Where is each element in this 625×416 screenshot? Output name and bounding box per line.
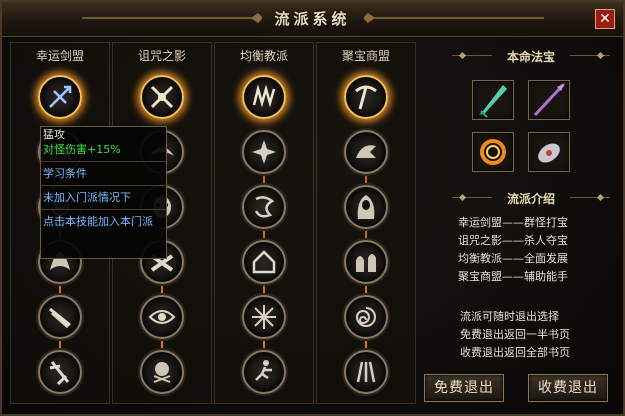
skill-node[interactable] bbox=[38, 75, 82, 119]
skill-node[interactable] bbox=[140, 350, 184, 394]
skill-node[interactable] bbox=[242, 240, 286, 284]
tooltip-join-status: 未加入门派情况下 bbox=[43, 191, 131, 204]
running-figure-icon bbox=[255, 360, 272, 381]
tooltip-divider bbox=[41, 161, 166, 162]
treasure-slot[interactable] bbox=[528, 132, 570, 172]
treasure-slot[interactable] bbox=[472, 132, 514, 172]
ghost-pair-icon bbox=[356, 254, 376, 272]
treasure-header: 本命法宝 bbox=[506, 50, 555, 64]
intro-header: 流派介绍 bbox=[506, 192, 555, 206]
silver-gauntlet-icon bbox=[538, 143, 560, 163]
intro-line: 均衡教派——全面发展 bbox=[458, 252, 568, 265]
intro-line: 诅咒之影——杀人夺宝 bbox=[458, 234, 568, 247]
skill-node[interactable] bbox=[242, 130, 286, 174]
skill-node[interactable] bbox=[344, 350, 388, 394]
title-bar[interactable]: 流派系统 ✕ bbox=[2, 2, 623, 37]
paid-exit-button[interactable]: 收费退出 bbox=[528, 374, 608, 402]
evil-eye-icon bbox=[148, 310, 176, 324]
skill-node[interactable] bbox=[242, 350, 286, 394]
skill-node[interactable] bbox=[140, 295, 184, 339]
skill-node[interactable] bbox=[38, 295, 82, 339]
swirl-vortex-icon bbox=[355, 307, 376, 327]
title-ornament-right bbox=[364, 13, 544, 23]
tooltip-skill-name: 猛攻 bbox=[43, 128, 65, 141]
column-title: 聚宝商盟 bbox=[341, 49, 390, 63]
rune-glyph-icon bbox=[254, 196, 275, 218]
intro-line: 幸运剑盟——群怪打宝 bbox=[458, 216, 568, 229]
star-burst-icon bbox=[252, 305, 276, 329]
star-shard-icon bbox=[252, 140, 276, 164]
rule-line: 收费退出返回全部书页 bbox=[460, 346, 570, 359]
pickaxe-icon bbox=[355, 85, 377, 110]
skill-node[interactable] bbox=[344, 75, 388, 119]
treasure-slot[interactable] bbox=[472, 80, 514, 120]
rule-line: 流派可随时退出选择 bbox=[460, 310, 559, 323]
hooded-figure-icon bbox=[357, 195, 375, 219]
sword-slash-icon bbox=[49, 307, 71, 329]
tooltip-requirement: 学习条件 bbox=[43, 167, 87, 180]
sword-cross-icon bbox=[49, 85, 72, 108]
skill-node[interactable] bbox=[242, 295, 286, 339]
shadow-spear-icon bbox=[533, 83, 565, 117]
right-panel: 本命法宝 流派介绍 幸运剑盟——群怪打宝 诅咒之影——杀人夺宝 均衡教派——全面… bbox=[424, 42, 616, 404]
rule-line: 免费退出返回一半书页 bbox=[460, 328, 570, 341]
skill-node[interactable] bbox=[344, 185, 388, 229]
treasure-slot[interactable] bbox=[528, 80, 570, 120]
tooltip-hint: 点击本技能加入本门派 bbox=[43, 215, 153, 228]
column-title: 诅咒之影 bbox=[137, 49, 186, 63]
skill-node[interactable] bbox=[140, 75, 184, 119]
column-title: 均衡教派 bbox=[239, 49, 288, 63]
blade-strike-icon bbox=[49, 361, 70, 386]
intro-line: 聚宝商盟——辅助能手 bbox=[458, 270, 568, 283]
close-button[interactable]: ✕ bbox=[595, 9, 615, 29]
tooltip-divider bbox=[41, 209, 166, 210]
skill-tooltip: 猛攻 对怪伤害+15% 学习条件 未加入门派情况下 点击本技能加入本门派 bbox=[40, 126, 167, 259]
claw-trident-icon bbox=[356, 361, 376, 383]
jade-dagger-icon bbox=[479, 85, 507, 118]
crossed-blades-icon bbox=[150, 85, 174, 109]
skill-node[interactable] bbox=[242, 75, 286, 119]
clawed-beast-icon bbox=[252, 84, 276, 108]
skill-node[interactable] bbox=[38, 350, 82, 394]
tooltip-divider bbox=[41, 185, 166, 186]
flame-ring-icon bbox=[480, 139, 506, 165]
skill-node[interactable] bbox=[344, 295, 388, 339]
tooltip-effect: 对怪伤害+15% bbox=[43, 143, 121, 156]
skill-node[interactable] bbox=[242, 185, 286, 229]
dragon-breath-icon bbox=[356, 145, 376, 158]
skill-node[interactable] bbox=[344, 130, 388, 174]
column-title: 幸运剑盟 bbox=[35, 49, 84, 63]
skill-node[interactable] bbox=[344, 240, 388, 284]
sect-system-window: 流派系统 ✕ 幸运剑盟 诅咒之影 均衡教派 聚宝商盟 猛攻 对怪伤害+15% 学… bbox=[0, 0, 625, 416]
skull-cross-icon bbox=[153, 362, 171, 383]
free-exit-button[interactable]: 免费退出 bbox=[424, 374, 504, 402]
house-rune-icon bbox=[252, 250, 276, 274]
